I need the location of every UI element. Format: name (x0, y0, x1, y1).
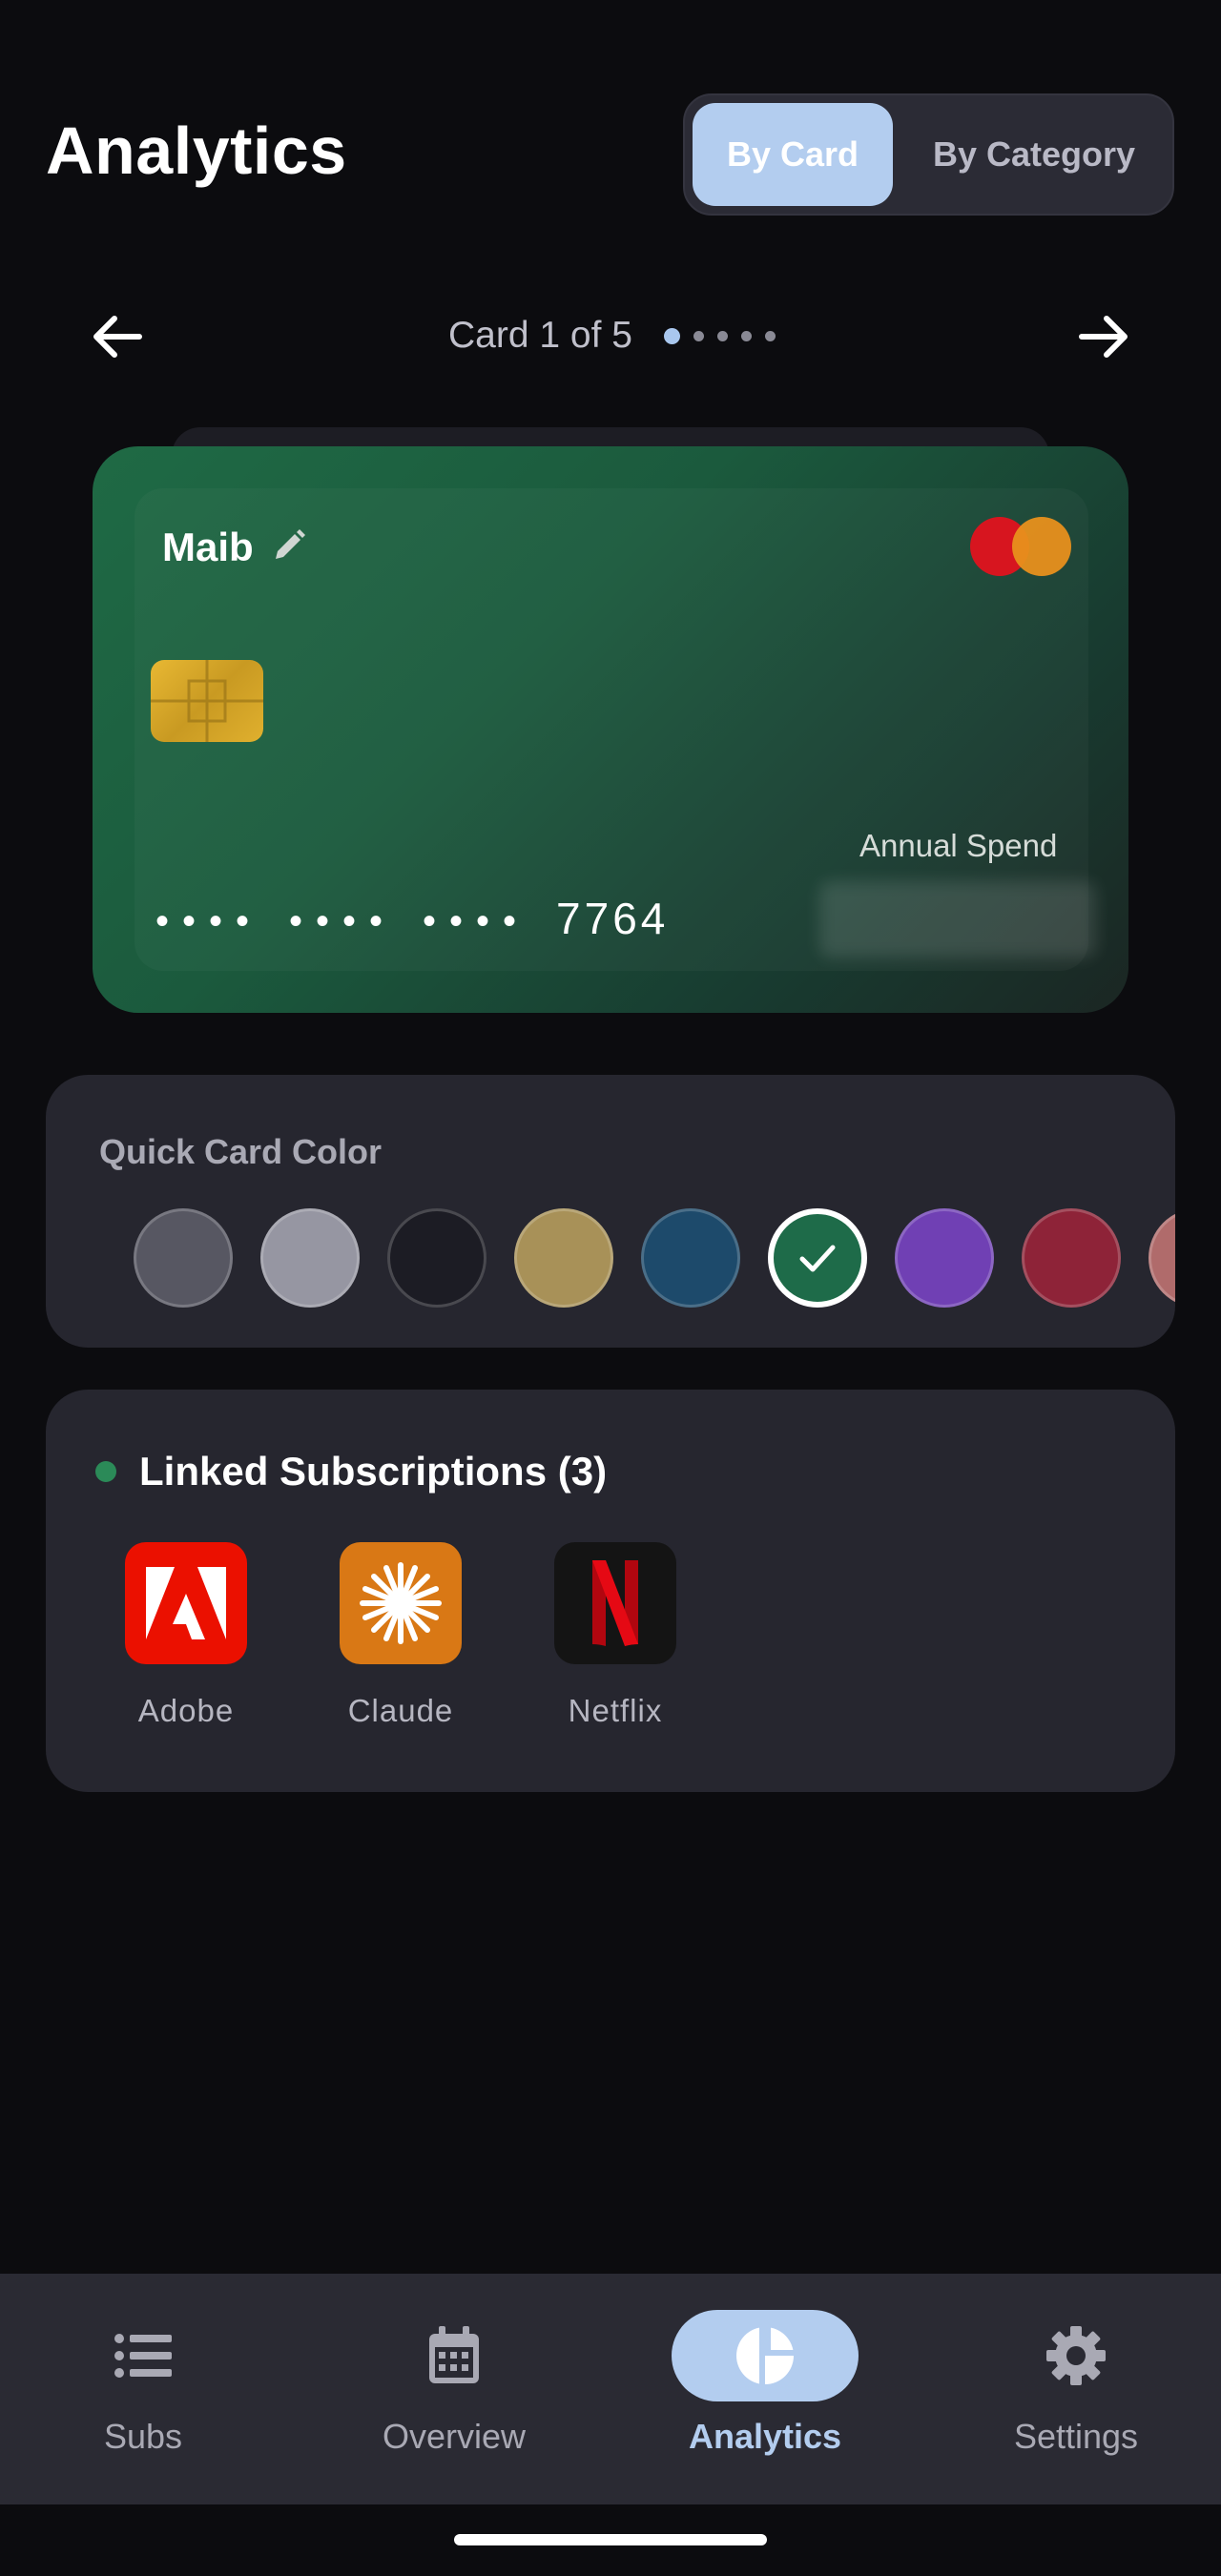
card-number-mask-1: •••• (155, 900, 263, 942)
card-number: •••• •••• •••• 7764 (155, 893, 669, 944)
pager-dot (717, 331, 728, 341)
next-card-arrow-icon[interactable] (1070, 303, 1137, 370)
pager-dot (693, 331, 704, 341)
subscription-name: Netflix (568, 1693, 663, 1728)
list-icon (50, 2310, 237, 2401)
color-swatch-crimson[interactable] (1022, 1208, 1121, 1308)
card-number-mask-2: •••• (289, 900, 397, 942)
gear-icon (983, 2310, 1169, 2401)
pager-dot (741, 331, 752, 341)
checkmark-icon (799, 1245, 836, 1272)
nav-overview[interactable]: Overview (330, 2310, 578, 2457)
home-indicator[interactable] (454, 2534, 767, 2545)
nav-label: Subs (103, 2417, 183, 2456)
credit-card[interactable]: Maib •••• •••• •••• 7764 Annual Spend (93, 446, 1128, 1013)
mastercard-logo-icon (970, 517, 1071, 576)
pie-chart-icon (672, 2310, 859, 2401)
card-name: Maib (162, 525, 254, 569)
subscription-name: Adobe (137, 1693, 235, 1728)
nav-analytics[interactable]: Analytics (641, 2310, 889, 2457)
adobe-logo-icon (125, 1542, 247, 1664)
nav-label: Analytics (688, 2417, 842, 2456)
page-title: Analytics (46, 113, 347, 188)
card-pager-label: Card 1 of 5 (448, 315, 632, 356)
previous-card-arrow-icon[interactable] (84, 303, 151, 370)
color-swatch-purple[interactable] (895, 1208, 994, 1308)
nav-settings[interactable]: Settings (952, 2310, 1200, 2457)
status-dot (95, 1461, 116, 1482)
annual-spend-label: Annual Spend (859, 828, 1058, 863)
edit-pencil-icon[interactable] (270, 526, 308, 565)
subscription-adobe[interactable]: Adobe (110, 1542, 262, 1729)
color-swatch-silver[interactable] (260, 1208, 360, 1308)
color-swatch-rose[interactable] (1149, 1208, 1175, 1308)
pager-dot (765, 331, 776, 341)
linked-subscriptions-title: Linked Subscriptions (3) (139, 1449, 608, 1494)
analytics-screen: Analytics By Card By Category Card 1 of … (0, 0, 1221, 2576)
nav-subs[interactable]: Subs (19, 2310, 267, 2457)
subscription-netflix[interactable]: Netflix (539, 1542, 692, 1729)
by-card-tab[interactable]: By Card (693, 103, 893, 206)
linked-subscriptions-panel: Linked Subscriptions (3) Adobe Claude Ne… (46, 1390, 1175, 1792)
card-chip-icon (151, 660, 263, 742)
by-category-tab[interactable]: By Category (900, 103, 1168, 206)
color-swatch-gold[interactable] (514, 1208, 613, 1308)
subscription-name: Claude (347, 1693, 454, 1728)
annual-spend-hidden-value[interactable] (819, 881, 1096, 958)
color-swatch-gray[interactable] (134, 1208, 233, 1308)
claude-logo-icon (340, 1542, 462, 1664)
view-toggle: By Card By Category (683, 93, 1174, 216)
netflix-logo-icon (554, 1542, 676, 1664)
color-swatch-black[interactable] (387, 1208, 486, 1308)
calendar-icon (361, 2310, 548, 2401)
quick-card-color-panel: Quick Card Color (46, 1075, 1175, 1348)
color-swatch-green-selected[interactable] (768, 1208, 867, 1308)
subscription-claude[interactable]: Claude (324, 1542, 477, 1729)
nav-label: Overview (382, 2417, 527, 2456)
nav-label: Settings (1013, 2417, 1139, 2456)
pager-dots (664, 328, 776, 344)
bottom-navigation: Subs Overview Analytics Settings (0, 2274, 1221, 2504)
quick-card-color-label: Quick Card Color (99, 1132, 383, 1171)
color-swatches (88, 1208, 1175, 1313)
pager-dot-active (664, 328, 680, 344)
color-swatch-blue[interactable] (641, 1208, 740, 1308)
card-number-mask-3: •••• (423, 900, 530, 942)
card-last4: 7764 (556, 894, 670, 943)
